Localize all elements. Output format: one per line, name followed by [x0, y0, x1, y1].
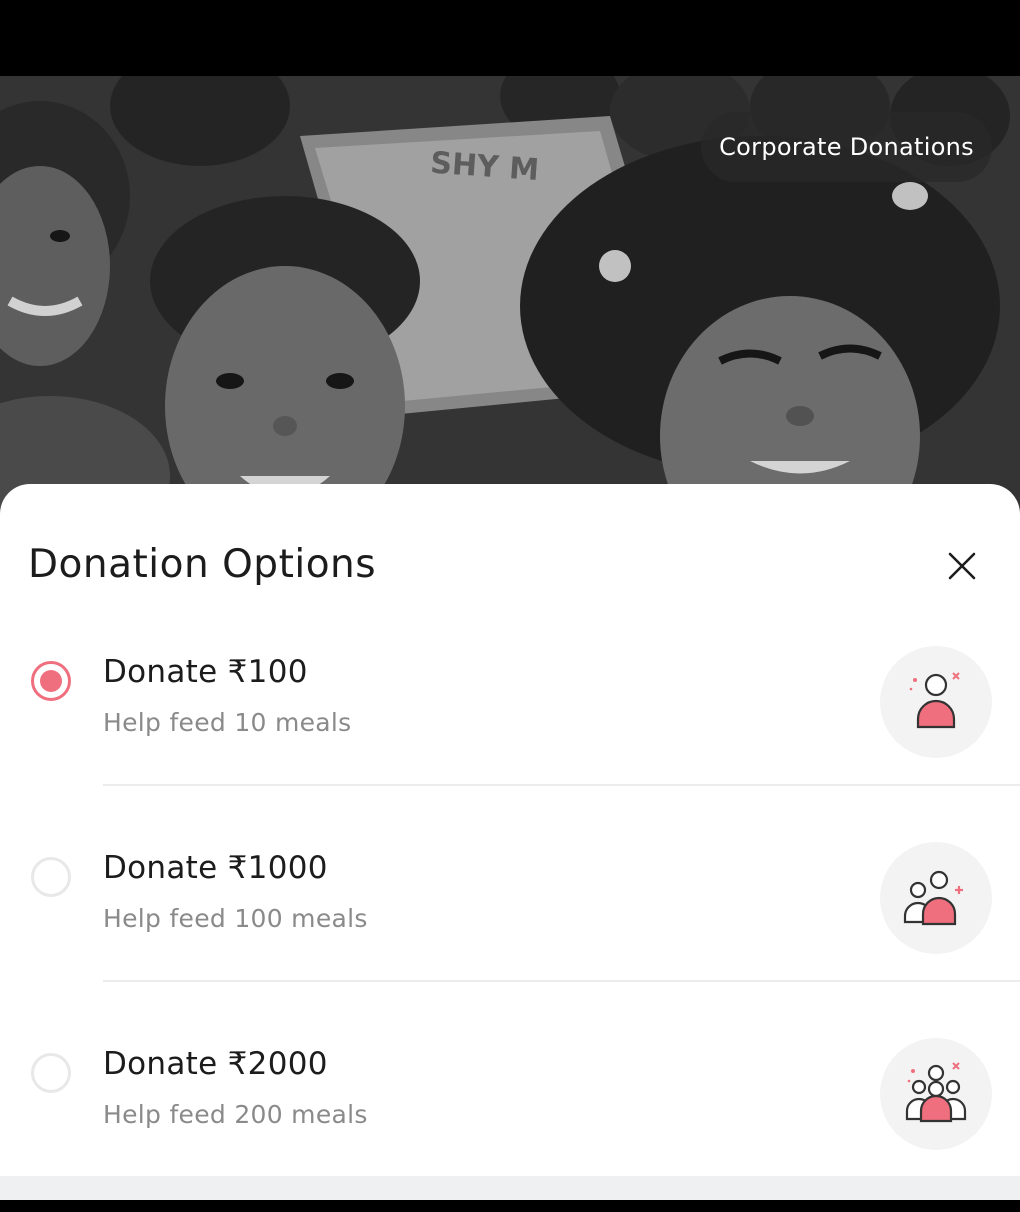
single-person-icon	[909, 672, 960, 729]
option-title: Donate ₹2000	[103, 1046, 328, 1082]
radio-button-selected[interactable]	[31, 661, 71, 701]
option-title: Donate ₹1000	[103, 850, 328, 886]
corporate-donations-button[interactable]: Corporate Donations	[701, 112, 992, 182]
donation-option-100[interactable]: Donate ₹100 Help feed 10 meals	[0, 624, 1020, 820]
donation-option-1000[interactable]: Donate ₹1000 Help feed 100 meals	[0, 820, 1020, 1016]
option-subtitle: Help feed 200 meals	[103, 1100, 368, 1129]
sheet-title: Donation Options	[28, 542, 377, 587]
divider	[103, 980, 1020, 982]
close-icon	[948, 552, 976, 580]
radio-button[interactable]	[31, 857, 71, 897]
option-icon-container	[880, 646, 992, 758]
group-people-icon	[905, 1062, 967, 1123]
radio-button[interactable]	[31, 1053, 71, 1093]
hero-image: SHY M Corporate Donations	[0, 76, 1020, 516]
divider	[103, 784, 1020, 786]
option-icon-container	[880, 1038, 992, 1150]
status-bar	[0, 0, 1020, 76]
bottom-bar	[0, 1176, 1020, 1200]
option-title: Donate ₹100	[103, 654, 308, 690]
close-button[interactable]	[940, 544, 984, 588]
donation-options-sheet: Donation Options Donate ₹100 Help feed 1…	[0, 484, 1020, 1200]
option-subtitle: Help feed 100 meals	[103, 904, 368, 933]
option-subtitle: Help feed 10 meals	[103, 708, 352, 737]
option-icon-container	[880, 842, 992, 954]
two-people-icon	[903, 870, 963, 926]
